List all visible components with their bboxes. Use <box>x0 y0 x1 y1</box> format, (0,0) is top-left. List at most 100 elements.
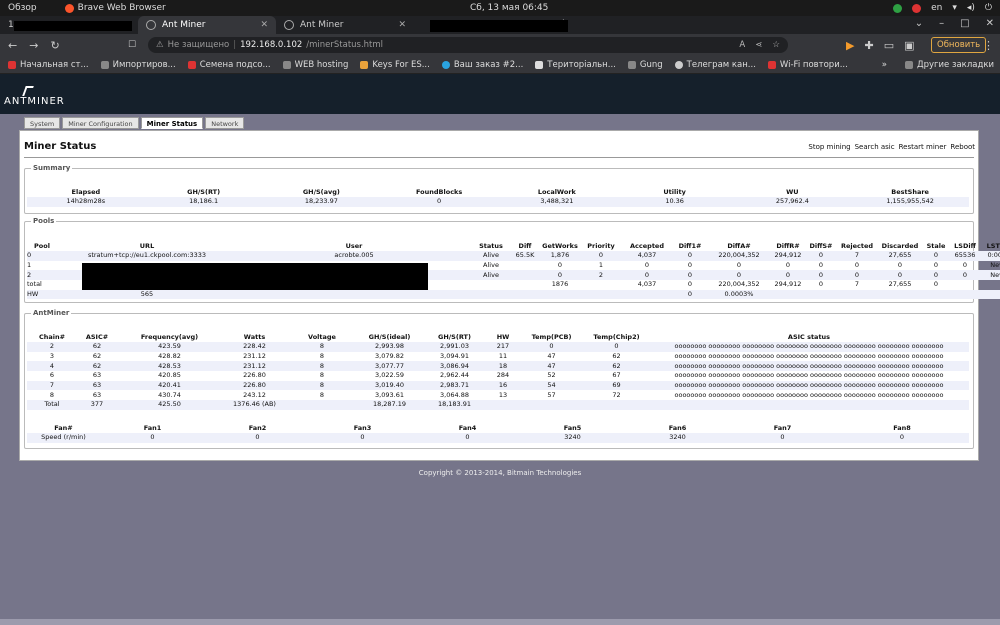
brave-icon <box>64 3 74 13</box>
bookmark-item[interactable]: Семена подсо... <box>187 60 271 70</box>
horizontal-scrollbar[interactable] <box>0 619 1000 625</box>
table-cell: 0 <box>962 261 968 270</box>
column-header: URL <box>139 241 155 250</box>
bookmark-item[interactable]: Wi-Fi повтори... <box>767 60 848 70</box>
search-asic-button[interactable]: Search asic <box>855 143 895 151</box>
table-cell <box>981 280 1000 290</box>
reload-icon[interactable]: ↻ <box>50 39 59 52</box>
bookmark-icon[interactable]: ☐ <box>128 40 136 50</box>
table-cell: 0 <box>380 197 498 207</box>
table-cell: 27,655 <box>888 280 912 289</box>
table-cell: 428.53 <box>117 361 222 372</box>
page-tabs: System Miner Configuration Miner Status … <box>24 117 245 129</box>
close-tab-icon[interactable]: ✕ <box>398 20 406 30</box>
app-name: Brave Web Browser <box>77 3 166 13</box>
column-header: Fan3 <box>353 423 372 432</box>
bookmark-item[interactable]: WEB hosting <box>282 59 349 70</box>
table-row: 14h28m28s 18,186.1 18,233.97 0 3,488,321 10.3… <box>27 197 969 207</box>
table-cell: 0 <box>771 270 805 281</box>
tab-ant-miner[interactable]: Ant Miner ✕ <box>276 16 414 34</box>
table-cell: 3 <box>49 352 55 361</box>
address-bar[interactable]: ⚠ Не защищено | 192.168.0.102/minerStatu… <box>148 37 788 53</box>
reboot-button[interactable]: Reboot <box>950 143 975 151</box>
tray-app-icon-2[interactable] <box>912 3 922 13</box>
table-cell: 0 <box>933 261 939 270</box>
close-tab-icon[interactable]: ✕ <box>260 20 268 30</box>
table-cell: 62 <box>77 342 117 352</box>
bookmark-item[interactable]: Територіальн... <box>535 60 616 70</box>
tab-search-icon[interactable]: ⌄ <box>915 18 923 29</box>
forward-icon[interactable]: → <box>29 39 38 52</box>
table-cell: 2 <box>581 270 621 281</box>
bookmark-item[interactable]: Телеграм кан... <box>674 60 756 70</box>
maximize-icon[interactable]: □ <box>960 18 969 29</box>
table-cell: 3240 <box>625 433 730 443</box>
bookmark-item[interactable]: Ваш заказ #2... <box>441 60 523 70</box>
extension-icon[interactable]: ▶ <box>846 39 854 52</box>
table-cell <box>584 400 649 410</box>
bookmark-item[interactable]: Keys For ES... <box>360 60 430 70</box>
table-cell <box>581 280 621 290</box>
restart-miner-button[interactable]: Restart miner <box>899 143 947 151</box>
bookmark-item[interactable]: Gung <box>627 60 663 70</box>
translate-icon[interactable]: A <box>739 40 745 50</box>
table-cell <box>949 280 981 290</box>
table-cell <box>511 289 539 300</box>
column-header: Watts <box>243 332 266 341</box>
stop-mining-button[interactable]: Stop mining <box>808 143 850 151</box>
clock[interactable]: Сб, 13 мая 06:45 <box>470 3 548 13</box>
column-header: DiffR# <box>776 241 800 250</box>
url-host: 192.168.0.102 <box>240 40 303 50</box>
menu-icon[interactable]: ⋮ <box>983 39 994 52</box>
bookmark-label: WEB hosting <box>294 59 349 70</box>
column-header: Priority <box>587 241 615 250</box>
bookmarks-bar: Начальная ст... Импортиров... Семена под… <box>0 56 1000 74</box>
tab-ant-miner-active[interactable]: Ant Miner ✕ <box>138 16 276 34</box>
table-cell: 294,912 <box>774 280 802 289</box>
other-bookmarks[interactable]: » Другие закладки <box>882 60 994 70</box>
table-cell: 72 <box>612 390 621 399</box>
brave-shields-icon[interactable] <box>766 38 775 47</box>
network-icon[interactable]: ▾ <box>952 3 957 13</box>
tab-system[interactable]: System <box>24 117 61 129</box>
share-icon[interactable]: ⋖ <box>755 40 762 50</box>
sidebar-icon[interactable]: ▭ <box>884 39 894 52</box>
table-cell: Never <box>981 270 1000 281</box>
tab-miner-status[interactable]: Miner Status <box>140 117 204 129</box>
table-cell: 231.12 <box>222 361 287 372</box>
header-logo-bar: ANTMINER <box>0 74 1000 114</box>
update-button[interactable]: Обновить <box>931 37 987 53</box>
tab-network[interactable]: Network <box>205 117 245 129</box>
table-cell: 62 <box>584 361 649 372</box>
table-cell: 7 <box>27 380 77 391</box>
table-cell: 0 <box>949 270 981 281</box>
power-icon[interactable]: ⏻ <box>985 3 992 13</box>
table-cell: 1,155,955,542 <box>851 197 969 207</box>
activities-button[interactable]: Обзор <box>0 3 45 13</box>
column-header: FoundBlocks <box>416 187 463 196</box>
column-header: Voltage <box>308 332 336 341</box>
table-cell: 1376.46 (AB) <box>222 400 287 410</box>
browser-tab-strip: 1 Ant Miner✕ Ant Miner✕ + ⌄–□✕ <box>0 16 1000 34</box>
wallet-icon[interactable]: ▣ <box>904 39 914 52</box>
tab-miner-configuration[interactable]: Miner Configuration <box>62 117 139 129</box>
bookmark-item[interactable]: Начальная ст... <box>8 60 89 70</box>
back-icon[interactable]: ← <box>8 39 17 52</box>
puzzle-icon[interactable]: ✚ <box>864 39 873 52</box>
table-cell: stratum+tcp://eu1.ckpool.com:3333 <box>57 251 237 261</box>
column-header: GH/S(RT) <box>438 332 471 341</box>
table-cell: 63 <box>92 371 102 380</box>
table-cell: 3,022.59 <box>375 371 404 380</box>
table-cell: 0 <box>621 270 673 281</box>
volume-icon[interactable]: ◂) <box>967 3 975 13</box>
app-menu[interactable]: Brave Web Browser <box>64 3 166 13</box>
table-cell: 0 <box>519 342 584 352</box>
minimize-icon[interactable]: – <box>939 18 944 29</box>
language-indicator[interactable]: en <box>931 3 942 13</box>
bookmark-item[interactable]: Импортиров... <box>100 60 176 70</box>
chevron-right-icon[interactable]: » <box>882 60 887 70</box>
tray-app-icon[interactable] <box>893 3 903 13</box>
warning-icon[interactable]: ⚠ <box>156 40 164 50</box>
table-cell: 0 <box>835 433 969 443</box>
close-window-icon[interactable]: ✕ <box>986 18 994 29</box>
